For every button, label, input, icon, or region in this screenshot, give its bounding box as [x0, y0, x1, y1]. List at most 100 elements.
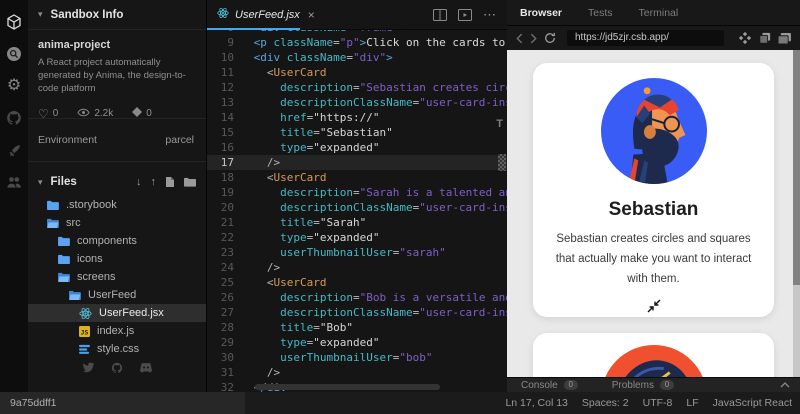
forward-icon[interactable] [530, 33, 537, 44]
export-down-icon[interactable]: ↓ [136, 176, 142, 188]
folder-open-icon [57, 272, 70, 282]
tree-item-label: style.css [97, 343, 139, 355]
code-line[interactable]: 27 descriptionClassName="user-card-ins [207, 305, 507, 320]
user-card-sarah-partial[interactable] [533, 333, 774, 377]
status-item[interactable]: JavaScript React [713, 397, 792, 409]
code-line[interactable]: 24 /> [207, 260, 507, 275]
github-icon[interactable] [0, 102, 28, 134]
code-line[interactable]: 16 type="expanded" [207, 140, 507, 155]
environment-label: Environment [38, 134, 97, 146]
deployment-rocket-icon[interactable] [0, 134, 28, 166]
code-line[interactable]: 9 <p className="p">Click on the cards to [207, 35, 507, 50]
browser-tab-terminal[interactable]: Terminal [639, 7, 679, 19]
code-line[interactable]: 11 <UserCard [207, 65, 507, 80]
tab-userfeed-jsx[interactable]: UserFeed.jsx × [207, 0, 325, 30]
editor-scroll-marker [498, 154, 506, 171]
files-title: Files [51, 176, 77, 188]
browser-tab-browser[interactable]: Browser [520, 7, 562, 19]
sandbox-info-header[interactable]: ▾ Sandbox Info [28, 0, 206, 30]
code-line[interactable]: 29 type="expanded" [207, 335, 507, 350]
user-card-sebastian[interactable]: Sebastian Sebastian creates circles and … [533, 63, 774, 317]
tree-item--storybook[interactable]: .storybook [28, 196, 206, 214]
preview-area: Sebastian Sebastian creates circles and … [507, 50, 800, 377]
tree-item-userfeed-jsx[interactable]: UserFeed.jsx [28, 304, 206, 322]
code-line[interactable]: 18 <UserCard [207, 170, 507, 185]
code-line[interactable]: 28 title="Bob" [207, 320, 507, 335]
line-number: 16 [207, 140, 247, 155]
responsive-mode-icon[interactable] [738, 31, 752, 45]
tree-item-src[interactable]: src [28, 214, 206, 232]
activity-bar: ⚙ [0, 0, 28, 392]
tree-item-index-js[interactable]: JSindex.js [28, 322, 206, 340]
line-number: 25 [207, 275, 247, 290]
code-line[interactable]: 20 descriptionClassName="user-card-ins [207, 200, 507, 215]
twitter-icon[interactable] [82, 362, 95, 377]
status-item[interactable]: Ln 17, Col 13 [505, 397, 567, 409]
status-item[interactable]: Spaces: 2 [582, 397, 629, 409]
tree-item-label: src [66, 217, 81, 229]
tree-item-components[interactable]: components [28, 232, 206, 250]
live-collaboration-icon[interactable] [0, 166, 28, 198]
tree-item-icons[interactable]: icons [28, 250, 206, 268]
tree-item-screens[interactable]: screens [28, 268, 206, 286]
line-number: 10 [207, 50, 247, 65]
close-icon[interactable]: × [308, 8, 315, 22]
avatar-sebastian [601, 78, 707, 187]
code-line[interactable]: 17 /> [207, 155, 507, 170]
file-tree: .storybooksrccomponentsiconsscreensUserF… [28, 196, 206, 358]
code-line[interactable]: 15 title="Sebastian" [207, 125, 507, 140]
code-lines: 8 <div className="frame">9 <p className=… [207, 30, 507, 392]
code-editor[interactable]: 8 <div className="frame">9 <p className=… [207, 30, 507, 392]
back-icon[interactable] [516, 33, 523, 44]
code-line[interactable]: 14 href="https://" [207, 110, 507, 125]
search-icon[interactable] [0, 38, 28, 70]
tree-item-style-css[interactable]: style.css [28, 340, 206, 358]
line-number: 22 [207, 230, 247, 245]
preview-scrollbar[interactable] [793, 50, 800, 377]
copy-url-icon[interactable] [759, 32, 771, 44]
chevron-down-icon: ▾ [38, 9, 43, 20]
codesandbox-window: ⚙ ▾ Sandbox Info anima-project A React p… [0, 0, 800, 414]
new-folder-icon[interactable] [184, 177, 196, 187]
open-preview-icon[interactable] [458, 9, 472, 21]
code-line[interactable]: 12 description="Sebastian creates circ [207, 80, 507, 95]
line-number: 28 [207, 320, 247, 335]
code-line[interactable]: 31 /> [207, 365, 507, 380]
folder-icon [57, 236, 70, 246]
open-window-icon[interactable] [778, 33, 791, 44]
editor-horizontal-scrollbar[interactable] [255, 384, 440, 390]
code-line[interactable]: 26 description="Bob is a versatile and [207, 290, 507, 305]
code-line[interactable]: 21 title="Sarah" [207, 215, 507, 230]
code-line[interactable]: 10 <div className="div"> [207, 50, 507, 65]
code-line[interactable]: 30 userThumbnailUser="bob" [207, 350, 507, 365]
code-line[interactable]: 23 userThumbnailUser="sarah" [207, 245, 507, 260]
code-line[interactable]: 19 description="Sarah is a talented an [207, 185, 507, 200]
code-line[interactable]: 13 descriptionClassName="user-card-ins [207, 95, 507, 110]
expand-console-icon[interactable] [780, 382, 790, 388]
collapse-icon[interactable] [646, 299, 662, 316]
url-input[interactable]: https://jd5zjr.csb.app/ [567, 30, 724, 46]
status-item[interactable]: UTF-8 [643, 397, 673, 409]
project-name: anima-project [38, 39, 196, 51]
tree-item-label: .storybook [66, 199, 117, 211]
discord-icon[interactable] [139, 362, 153, 377]
new-file-icon[interactable] [165, 176, 175, 188]
github-link-icon[interactable] [111, 362, 123, 377]
more-options-icon[interactable]: ⋯ [483, 7, 497, 23]
problems-tab[interactable]: Problems [612, 380, 654, 391]
tree-item-userfeed[interactable]: UserFeed [28, 286, 206, 304]
project-description: A React project automatically generated … [38, 56, 204, 95]
sandbox-nav-icon[interactable] [0, 6, 28, 38]
status-item[interactable]: LF [686, 397, 698, 409]
settings-icon[interactable]: ⚙ [0, 70, 28, 102]
refresh-icon[interactable] [544, 32, 556, 44]
code-line[interactable]: 22 type="expanded" [207, 230, 507, 245]
browser-tab-tests[interactable]: Tests [588, 7, 613, 19]
version-hash: 9a75ddff1 [0, 392, 245, 414]
console-tab[interactable]: Console [521, 380, 558, 391]
code-line[interactable]: 25 <UserCard [207, 275, 507, 290]
upload-up-icon[interactable]: ↑ [151, 176, 157, 188]
split-editor-icon[interactable] [433, 9, 447, 21]
files-header[interactable]: ▾ Files ↓ ↑ [28, 170, 206, 194]
preview-scrollbar-thumb[interactable] [793, 50, 800, 285]
